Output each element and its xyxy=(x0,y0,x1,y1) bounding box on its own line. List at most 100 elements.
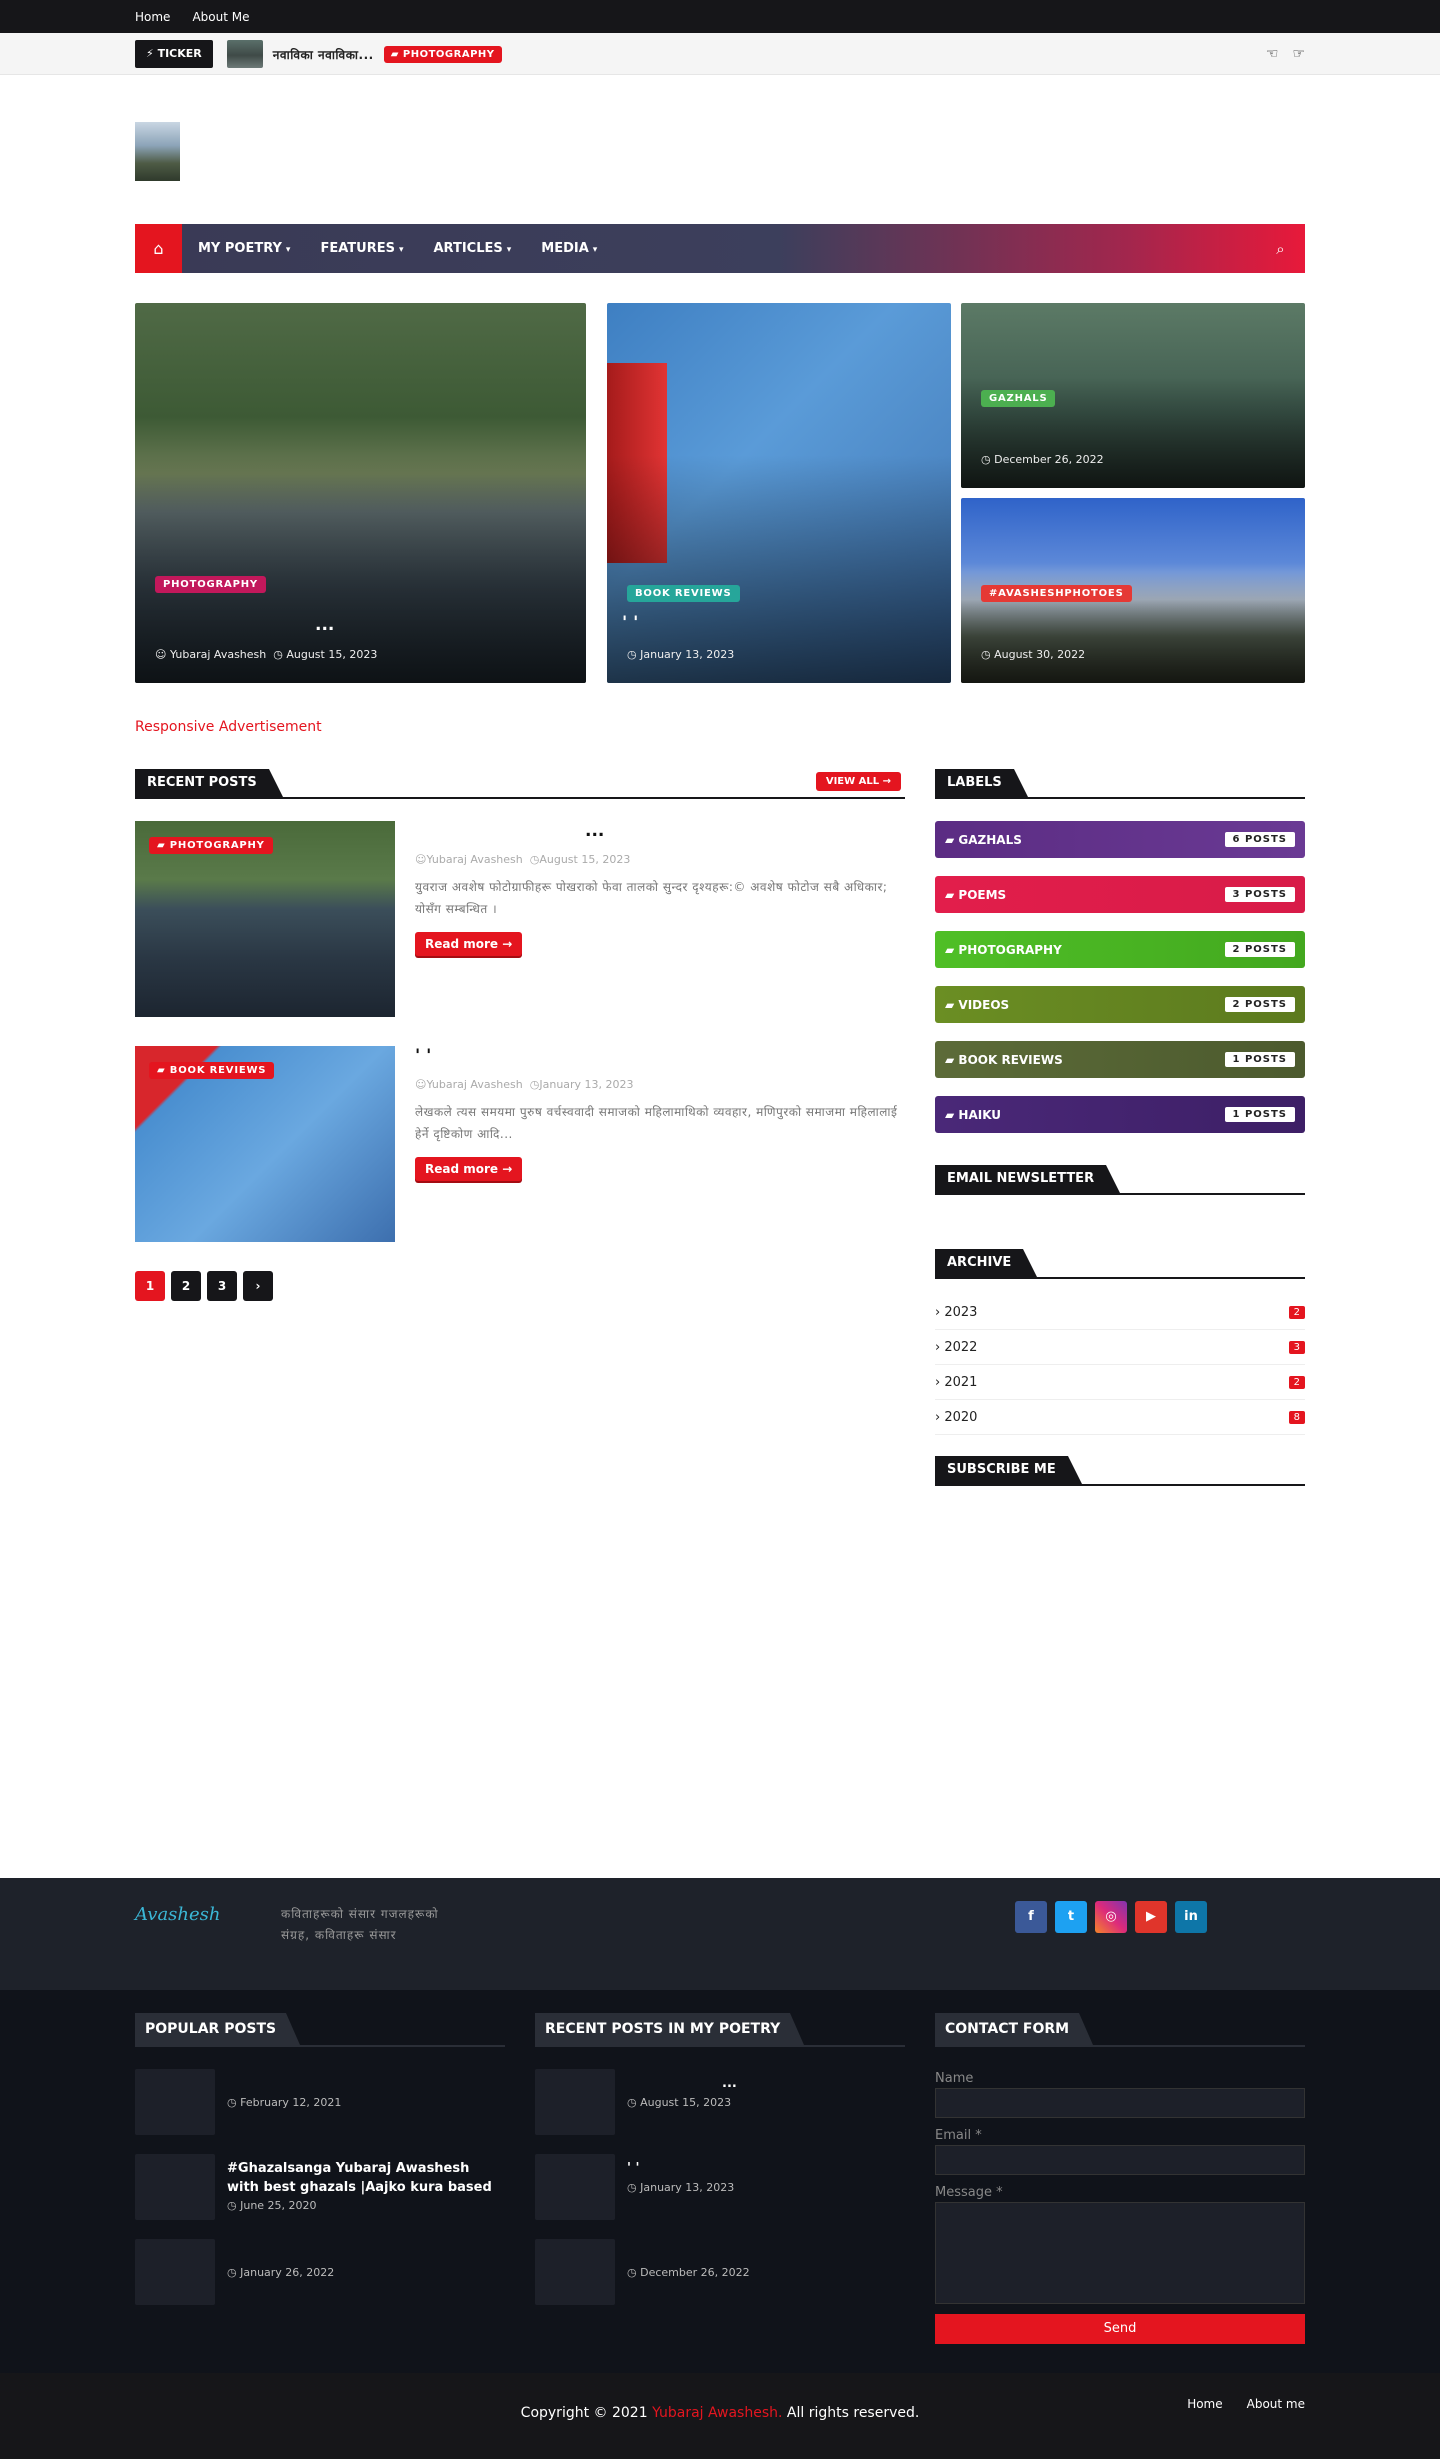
post-thumbnail[interactable] xyxy=(135,2069,215,2135)
youtube-icon[interactable]: ▶ xyxy=(1135,1901,1167,1933)
footer-about: Avashesh कविताहरूको संसार गजलहरूको संग्र… xyxy=(0,1878,1440,1990)
name-field[interactable] xyxy=(935,2088,1305,2118)
top-link-home[interactable]: Home xyxy=(135,10,170,24)
ticker-next-icon[interactable]: ☞ xyxy=(1292,46,1305,62)
view-all-button[interactable]: VIEW ALL → xyxy=(815,772,901,791)
list-item[interactable]: ◷ January 26, 2022 xyxy=(135,2239,505,2305)
featured-card-4[interactable]: #AVASHESHPHOTOES ◷ August 30, 2022 xyxy=(961,498,1305,683)
featured-card-2[interactable]: BOOK REVIEWS ' ' ◷ January 13, 2023 xyxy=(607,303,951,683)
archive-item[interactable]: › 2020 8 xyxy=(935,1400,1305,1435)
featured-label[interactable]: BOOK REVIEWS xyxy=(627,585,740,602)
clock-icon: ◷ xyxy=(529,1078,540,1091)
advertisement-placeholder: Responsive Advertisement xyxy=(135,719,322,735)
post-thumbnail[interactable] xyxy=(535,2239,615,2305)
featured-card-1[interactable]: PHOTOGRAPHY ... ☺ Yubaraj Avashesh ◷ Aug… xyxy=(135,303,586,683)
post-title[interactable]: ... xyxy=(415,821,905,845)
post-meta: ☺Yubaraj Avashesh ◷August 15, 2023 xyxy=(415,853,631,866)
label-item-haiku[interactable]: ▰ HAIKU 1 POSTS xyxy=(935,1096,1305,1133)
message-field[interactable] xyxy=(935,2202,1305,2304)
chevron-down-icon: ▾ xyxy=(506,245,512,255)
send-button[interactable]: Send xyxy=(935,2314,1305,2344)
featured-label[interactable]: GAZHALS xyxy=(981,390,1056,407)
page-2[interactable]: 2 xyxy=(171,1271,201,1301)
featured-meta: ◷ August 30, 2022 xyxy=(981,648,1086,661)
post-title[interactable]: ' ' xyxy=(415,1046,905,1070)
nav-item-media[interactable]: MEDIA ▾ xyxy=(541,241,597,256)
folder-icon: ▰ xyxy=(157,1065,166,1076)
nav-item-articles[interactable]: ARTICLES ▾ xyxy=(433,241,511,256)
featured-card-3[interactable]: GAZHALS ◷ December 26, 2022 xyxy=(961,303,1305,488)
chevron-right-icon: › xyxy=(935,1409,941,1425)
label-item-poems[interactable]: ▰ POEMS 3 POSTS xyxy=(935,876,1305,913)
page-1[interactable]: 1 xyxy=(135,1271,165,1301)
chevron-down-icon: ▾ xyxy=(592,245,598,255)
post-thumbnail[interactable] xyxy=(135,2154,215,2220)
read-more-button[interactable]: Read more → xyxy=(415,932,523,956)
archive-item[interactable]: › 2022 3 xyxy=(935,1330,1305,1365)
email-label: Email * xyxy=(935,2128,982,2143)
social-links: f t ◎ ▶ in xyxy=(1015,1901,1207,1933)
list-item[interactable]: ... ◷ August 15, 2023 xyxy=(535,2069,905,2135)
footer-logo[interactable]: Avashesh xyxy=(135,1904,220,1925)
user-icon: ☺ xyxy=(415,853,427,866)
folder-icon: ▰ xyxy=(945,887,955,902)
footer-bottom: Copyright © 2021 Yubaraj Awashesh. All r… xyxy=(0,2373,1440,2459)
label-item-gazhals[interactable]: ▰ GAZHALS 6 POSTS xyxy=(935,821,1305,858)
ticker-thumbnail[interactable] xyxy=(226,40,263,68)
instagram-icon[interactable]: ◎ xyxy=(1095,1901,1127,1933)
clock-icon: ◷ xyxy=(227,2199,237,2212)
copyright-brand-link[interactable]: Yubaraj Awashesh. xyxy=(652,2405,782,2421)
twitter-icon[interactable]: t xyxy=(1055,1901,1087,1933)
read-more-button[interactable]: Read more → xyxy=(415,1157,523,1181)
featured-label[interactable]: PHOTOGRAPHY xyxy=(155,576,266,593)
post-category-tag[interactable]: ▰ PHOTOGRAPHY xyxy=(149,837,273,854)
nav-item-my-poetry[interactable]: MY POETRY ▾ xyxy=(198,241,290,256)
facebook-icon[interactable]: f xyxy=(1015,1901,1047,1933)
post-excerpt: लेखकले त्यस समयमा पुरुष वर्चस्ववादी समाज… xyxy=(415,1105,898,1141)
list-item[interactable]: ◷ December 26, 2022 xyxy=(535,2239,905,2305)
post-thumbnail[interactable] xyxy=(535,2069,615,2135)
featured-title[interactable]: ' ' xyxy=(622,613,638,633)
search-icon[interactable]: ⌕ xyxy=(1256,240,1305,258)
chevron-down-icon: ▾ xyxy=(398,245,404,255)
labels-heading: LABELS xyxy=(935,769,1305,799)
site-logo[interactable] xyxy=(135,122,180,181)
page-3[interactable]: 3 xyxy=(207,1271,237,1301)
post-thumbnail[interactable] xyxy=(135,2239,215,2305)
post-thumbnail[interactable] xyxy=(535,2154,615,2220)
home-icon[interactable]: ⌂ xyxy=(135,224,182,273)
top-link-about[interactable]: About Me xyxy=(192,10,249,24)
user-icon: ☺ xyxy=(155,648,167,661)
email-field[interactable] xyxy=(935,2145,1305,2175)
chevron-right-icon: › xyxy=(935,1304,941,1320)
chevron-right-icon: › xyxy=(935,1339,941,1355)
post-category-tag[interactable]: ▰ BOOK REVIEWS xyxy=(149,1062,275,1079)
label-item-videos[interactable]: ▰ VIDEOS 2 POSTS xyxy=(935,986,1305,1023)
archive-item[interactable]: › 2021 2 xyxy=(935,1365,1305,1400)
newsletter-heading: EMAIL NEWSLETTER xyxy=(935,1165,1305,1195)
ticker-category-badge[interactable]: ▰ PHOTOGRAPHY xyxy=(383,45,502,63)
archive-item[interactable]: › 2023 2 xyxy=(935,1295,1305,1330)
page-next-icon[interactable]: › xyxy=(243,1271,273,1301)
post-thumbnail[interactable]: ▰ BOOK REVIEWS xyxy=(135,1046,395,1242)
folder-icon: ▰ xyxy=(945,1107,955,1122)
footer-link-home[interactable]: Home xyxy=(1187,2397,1222,2411)
linkedin-icon[interactable]: in xyxy=(1175,1901,1207,1933)
bolt-icon: ⚡ xyxy=(146,47,154,60)
ticker-prev-icon[interactable]: ☜ xyxy=(1266,46,1279,62)
label-item-photography[interactable]: ▰ PHOTOGRAPHY 2 POSTS xyxy=(935,931,1305,968)
labels-list: ▰ GAZHALS 6 POSTS ▰ POEMS 3 POSTS ▰ PHOTOG… xyxy=(935,821,1305,1151)
post-thumbnail[interactable]: ▰ PHOTOGRAPHY xyxy=(135,821,395,1017)
list-item[interactable]: ◷ February 12, 2021 xyxy=(135,2069,505,2135)
clock-icon: ◷ xyxy=(273,648,283,661)
featured-label[interactable]: #AVASHESHPHOTOES xyxy=(981,585,1132,602)
ticker-title[interactable]: नवाविका नवाविका... xyxy=(273,46,374,63)
featured-title[interactable]: ... xyxy=(315,615,334,635)
contact-form-heading: CONTACT FORM xyxy=(935,2013,1305,2047)
list-item[interactable]: ' ' ◷ January 13, 2023 xyxy=(535,2154,905,2220)
label-item-book-reviews[interactable]: ▰ BOOK REVIEWS 1 POSTS xyxy=(935,1041,1305,1078)
user-icon: ☺ xyxy=(415,1078,427,1091)
nav-item-features[interactable]: FEATURES ▾ xyxy=(320,241,403,256)
list-item[interactable]: #Ghazalsanga Yubaraj Awashesh with best … xyxy=(135,2154,505,2220)
footer-link-about[interactable]: About me xyxy=(1247,2397,1305,2411)
